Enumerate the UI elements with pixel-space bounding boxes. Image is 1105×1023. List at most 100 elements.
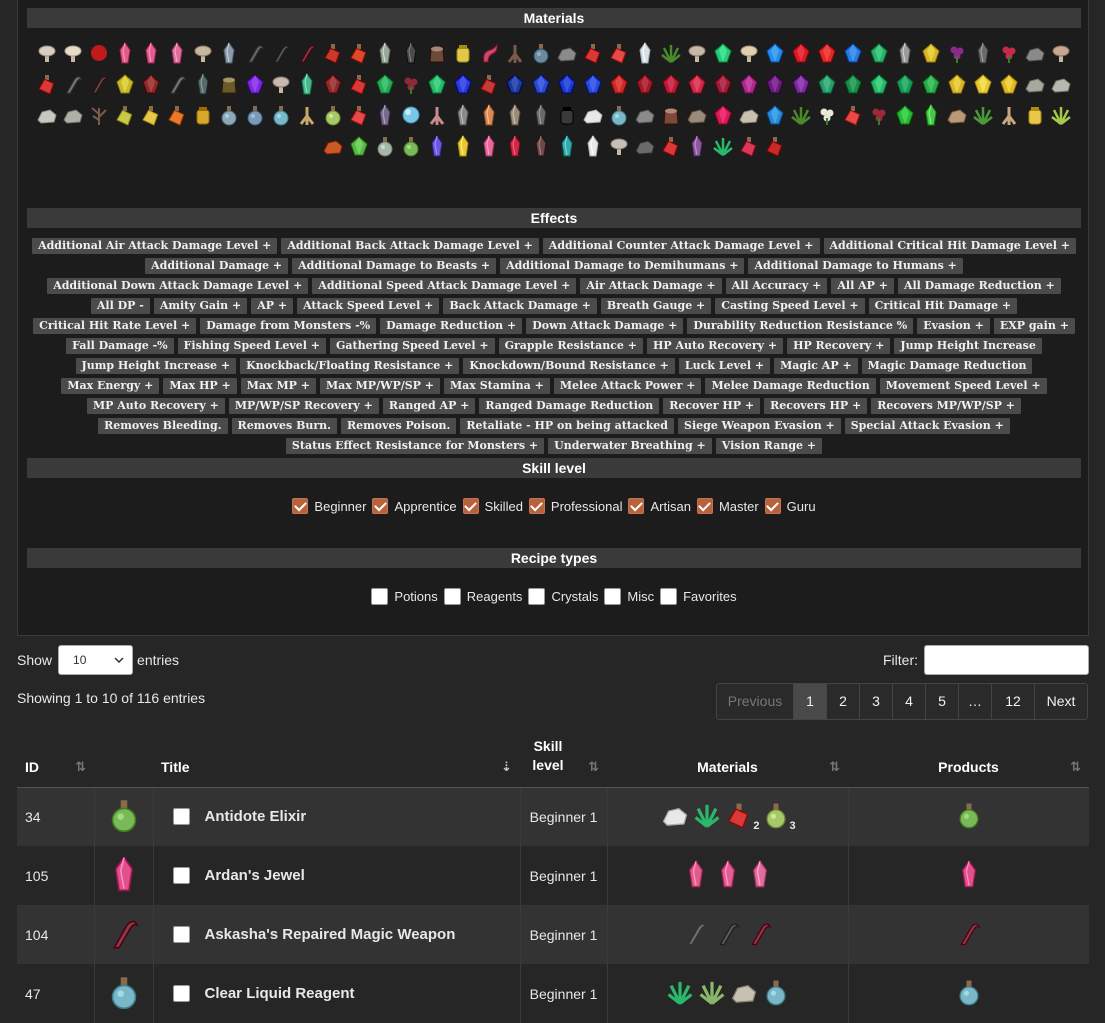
gem-icon[interactable] xyxy=(866,69,892,98)
mushroom-icon[interactable] xyxy=(60,38,86,67)
recipe-title[interactable]: Askasha's Repaired Magic Weapon xyxy=(205,926,456,943)
stump-icon[interactable] xyxy=(216,69,242,98)
favorite-checkbox[interactable] xyxy=(172,985,190,1002)
effect-tag[interactable]: Jump Height Increase + xyxy=(75,358,237,374)
page-button-3[interactable]: 3 xyxy=(860,684,893,719)
crystal-icon[interactable] xyxy=(138,38,164,67)
flask-icon[interactable] xyxy=(242,100,268,129)
page-button-12[interactable]: 12 xyxy=(992,684,1035,719)
effect-tag[interactable]: Amity Gain + xyxy=(153,298,248,314)
flower-icon[interactable] xyxy=(866,100,892,129)
flower-icon[interactable] xyxy=(398,69,424,98)
skill-filter-professional[interactable]: Professional xyxy=(528,498,622,514)
effect-tag[interactable]: Ranged AP + xyxy=(382,398,476,414)
recipe-title[interactable]: Antidote Elixir xyxy=(205,808,307,825)
claw-icon[interactable] xyxy=(714,919,742,950)
rock-icon[interactable] xyxy=(944,100,970,129)
col-title-header[interactable]: Title ⇣ xyxy=(153,730,520,788)
claw-icon[interactable] xyxy=(682,919,710,950)
stump-icon[interactable] xyxy=(424,38,450,67)
effect-tag[interactable]: MP Auto Recovery + xyxy=(87,398,225,414)
effect-tag[interactable]: Attack Speed Level + xyxy=(297,298,440,314)
effect-tag[interactable]: Retaliate - HP on being attacked xyxy=(460,418,674,434)
moss-icon[interactable] xyxy=(710,131,736,160)
crystal-icon[interactable] xyxy=(682,860,710,891)
skill-filter-guru[interactable]: Guru xyxy=(764,498,816,514)
checkbox[interactable] xyxy=(696,498,713,514)
flask-icon[interactable] xyxy=(216,100,242,129)
checkbox[interactable] xyxy=(372,498,389,514)
effect-tag[interactable]: Magic AP + xyxy=(774,358,858,374)
col-products-header[interactable]: Products ⇅ xyxy=(848,730,1089,788)
gem-icon[interactable] xyxy=(710,38,736,67)
gem-icon[interactable] xyxy=(554,69,580,98)
gem-icon[interactable] xyxy=(918,38,944,67)
checkbox[interactable] xyxy=(660,588,678,605)
effect-tag[interactable]: Jump Height Increase xyxy=(894,338,1042,354)
effect-tag[interactable]: Casting Speed Level + xyxy=(715,298,865,314)
tail-icon[interactable] xyxy=(476,38,502,67)
filter-input[interactable] xyxy=(924,645,1089,675)
effect-tag[interactable]: Recover HP + xyxy=(663,398,761,414)
checkbox[interactable] xyxy=(443,588,461,605)
potion-icon[interactable] xyxy=(138,100,164,129)
table-row[interactable]: 47 Clear Liquid Reagent Beginner 1 xyxy=(17,964,1089,1023)
potion-icon[interactable] xyxy=(112,100,138,129)
gem-icon[interactable] xyxy=(346,131,372,160)
type-filter-crystals[interactable]: Crystals xyxy=(528,588,598,605)
flower-icon[interactable] xyxy=(814,100,840,129)
skill-filter-master[interactable]: Master xyxy=(696,498,759,514)
effect-tag[interactable]: Removes Bleeding. xyxy=(98,418,228,434)
potion-icon[interactable] xyxy=(840,100,866,129)
potion-icon[interactable] xyxy=(346,69,372,98)
crystal-icon[interactable] xyxy=(294,69,320,98)
rock-icon[interactable] xyxy=(661,801,689,832)
mushroom-icon[interactable] xyxy=(606,131,632,160)
mushroom-icon[interactable] xyxy=(190,38,216,67)
effect-tag[interactable]: Knockback/Floating Resistance + xyxy=(240,358,460,374)
effect-tag[interactable]: Down Attack Damage + xyxy=(526,318,684,334)
effect-tag[interactable]: Melee Attack Power + xyxy=(553,378,702,394)
effect-tag[interactable]: Fall Damage -% xyxy=(66,338,174,354)
effect-tag[interactable]: All DP - xyxy=(90,298,150,314)
effect-tag[interactable]: Recovers HP + xyxy=(764,398,868,414)
stump-icon[interactable] xyxy=(658,100,684,129)
gem-icon[interactable] xyxy=(658,69,684,98)
page-length-select[interactable]: 10 xyxy=(58,645,134,675)
gem-icon[interactable] xyxy=(788,38,814,67)
effect-tag[interactable]: Removes Burn. xyxy=(231,418,337,434)
effect-tag[interactable]: All Damage Reduction + xyxy=(897,278,1061,294)
rock-icon[interactable] xyxy=(730,978,758,1009)
rock-icon[interactable] xyxy=(632,131,658,160)
effect-tag[interactable]: All AP + xyxy=(831,278,894,294)
effect-tag[interactable]: Back Attack Damage + xyxy=(443,298,597,314)
effect-tag[interactable]: Critical Hit Damage + xyxy=(868,298,1018,314)
rock-icon[interactable] xyxy=(580,100,606,129)
col-skill-header[interactable]: Skill level ⇅ xyxy=(520,730,607,788)
effect-tag[interactable]: Damage Reduction + xyxy=(380,318,523,334)
potion-icon[interactable] xyxy=(476,69,502,98)
effect-tag[interactable]: Ranged Damage Reduction xyxy=(479,398,660,414)
gem-icon[interactable] xyxy=(892,100,918,129)
effect-tag[interactable]: Magic Damage Reduction xyxy=(861,358,1033,374)
effect-tag[interactable]: Underwater Breathing + xyxy=(548,438,712,454)
gem-icon[interactable] xyxy=(606,69,632,98)
rock-icon[interactable] xyxy=(554,38,580,67)
table-row[interactable]: 34 Antidote Elixir Beginner 123 xyxy=(17,787,1089,846)
rock-icon[interactable] xyxy=(736,100,762,129)
jar-icon[interactable] xyxy=(450,38,476,67)
flask-icon[interactable] xyxy=(848,964,1089,1023)
gem-icon[interactable] xyxy=(970,69,996,98)
flask-icon[interactable] xyxy=(762,801,790,832)
claw-icon[interactable] xyxy=(164,69,190,98)
crystal-icon[interactable] xyxy=(848,846,1089,905)
potion-icon[interactable] xyxy=(606,38,632,67)
potion-icon[interactable] xyxy=(34,69,60,98)
root-icon[interactable] xyxy=(294,100,320,129)
potion-icon[interactable] xyxy=(762,131,788,160)
gem-icon[interactable] xyxy=(762,38,788,67)
gem-icon[interactable] xyxy=(840,69,866,98)
page-button-2[interactable]: 2 xyxy=(827,684,860,719)
claw-icon[interactable] xyxy=(86,69,112,98)
effect-tag[interactable]: HP Auto Recovery + xyxy=(646,338,784,354)
